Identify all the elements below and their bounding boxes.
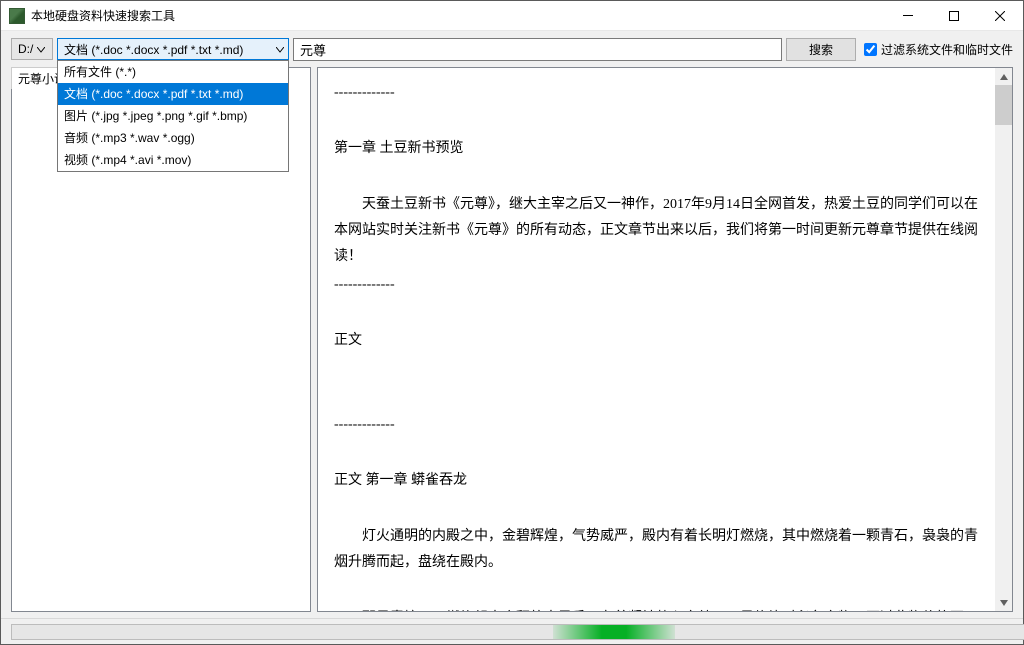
content-line <box>334 356 979 382</box>
filetype-option[interactable]: 图片 (*.jpg *.jpeg *.png *.gif *.bmp) <box>58 105 288 127</box>
scroll-track[interactable] <box>995 85 1012 594</box>
progress-bar <box>11 624 1024 640</box>
content-line <box>334 108 979 134</box>
search-button[interactable]: 搜索 <box>786 38 856 61</box>
filter-checkbox[interactable]: 过滤系统文件和临时文件 <box>864 41 1013 58</box>
scroll-up-button[interactable] <box>995 68 1012 85</box>
filetype-option[interactable]: 文档 (*.doc *.docx *.pdf *.txt *.md) <box>58 83 288 105</box>
filter-label: 过滤系统文件和临时文件 <box>881 41 1013 58</box>
content-line: 灯火通明的内殿之中，金碧辉煌，气势威严，殿内有着长明灯燃烧，其中燃烧着一颗青石，… <box>334 524 979 576</box>
content-line: 第一章 土豆新书预览 <box>334 136 979 162</box>
statusbar <box>1 618 1023 644</box>
content-line: ------------- <box>334 80 979 106</box>
filetype-dropdown: 所有文件 (*.*) 文档 (*.doc *.docx *.pdf *.txt … <box>57 60 289 172</box>
filetype-option[interactable]: 所有文件 (*.*) <box>58 61 288 83</box>
maximize-button[interactable] <box>931 1 977 31</box>
window-title: 本地硬盘资料快速搜索工具 <box>31 7 175 24</box>
vertical-scrollbar[interactable] <box>995 68 1012 611</box>
preview-pane: ------------- 第一章 土豆新书预览 天蚕土豆新书《元尊》，继大主宰… <box>317 67 1013 612</box>
content-line: 正文 第一章 蟒雀吞龙 <box>334 468 979 494</box>
filetype-select-wrap: 文档 (*.doc *.docx *.pdf *.txt *.md) 所有文件 … <box>57 38 289 60</box>
toolbar: D:/ 文档 (*.doc *.docx *.pdf *.txt *.md) 所… <box>1 31 1023 67</box>
content-line <box>334 578 979 604</box>
filetype-option[interactable]: 音频 (*.mp3 *.wav *.ogg) <box>58 127 288 149</box>
scroll-thumb[interactable] <box>995 85 1012 125</box>
search-input[interactable] <box>293 38 782 61</box>
content-line: 那是青檀石，燃烧起来会释放出异香，有着凝神静心之效，乃是修炼时必备之物，不过此物… <box>334 606 979 611</box>
minimize-button[interactable] <box>885 1 931 31</box>
content-line <box>334 164 979 190</box>
content-line: ------------- <box>334 272 979 298</box>
chevron-down-icon <box>37 42 45 56</box>
drive-value: D:/ <box>18 42 33 56</box>
scroll-down-button[interactable] <box>995 594 1012 611</box>
drive-select[interactable]: D:/ <box>11 38 53 60</box>
content-line <box>334 384 979 410</box>
content-line <box>334 300 979 326</box>
content-line: 天蚕土豆新书《元尊》，继大主宰之后又一神作，2017年9月14日全网首发，热爱土… <box>334 192 979 270</box>
chevron-down-icon <box>276 42 284 56</box>
titlebar: 本地硬盘资料快速搜索工具 <box>1 1 1023 31</box>
filetype-value: 文档 (*.doc *.docx *.pdf *.txt *.md) <box>64 41 243 58</box>
preview-content: ------------- 第一章 土豆新书预览 天蚕土豆新书《元尊》，继大主宰… <box>318 68 995 611</box>
filetype-select[interactable]: 文档 (*.doc *.docx *.pdf *.txt *.md) <box>57 38 289 60</box>
content-line: ------------- <box>334 412 979 438</box>
close-button[interactable] <box>977 1 1023 31</box>
app-icon <box>9 8 25 24</box>
filetype-option[interactable]: 视频 (*.mp4 *.avi *.mov) <box>58 149 288 171</box>
content-line: 正文 <box>334 328 979 354</box>
content-line <box>334 496 979 522</box>
progress-fill <box>553 625 675 639</box>
content-line <box>334 440 979 466</box>
filter-checkbox-input[interactable] <box>864 43 877 56</box>
